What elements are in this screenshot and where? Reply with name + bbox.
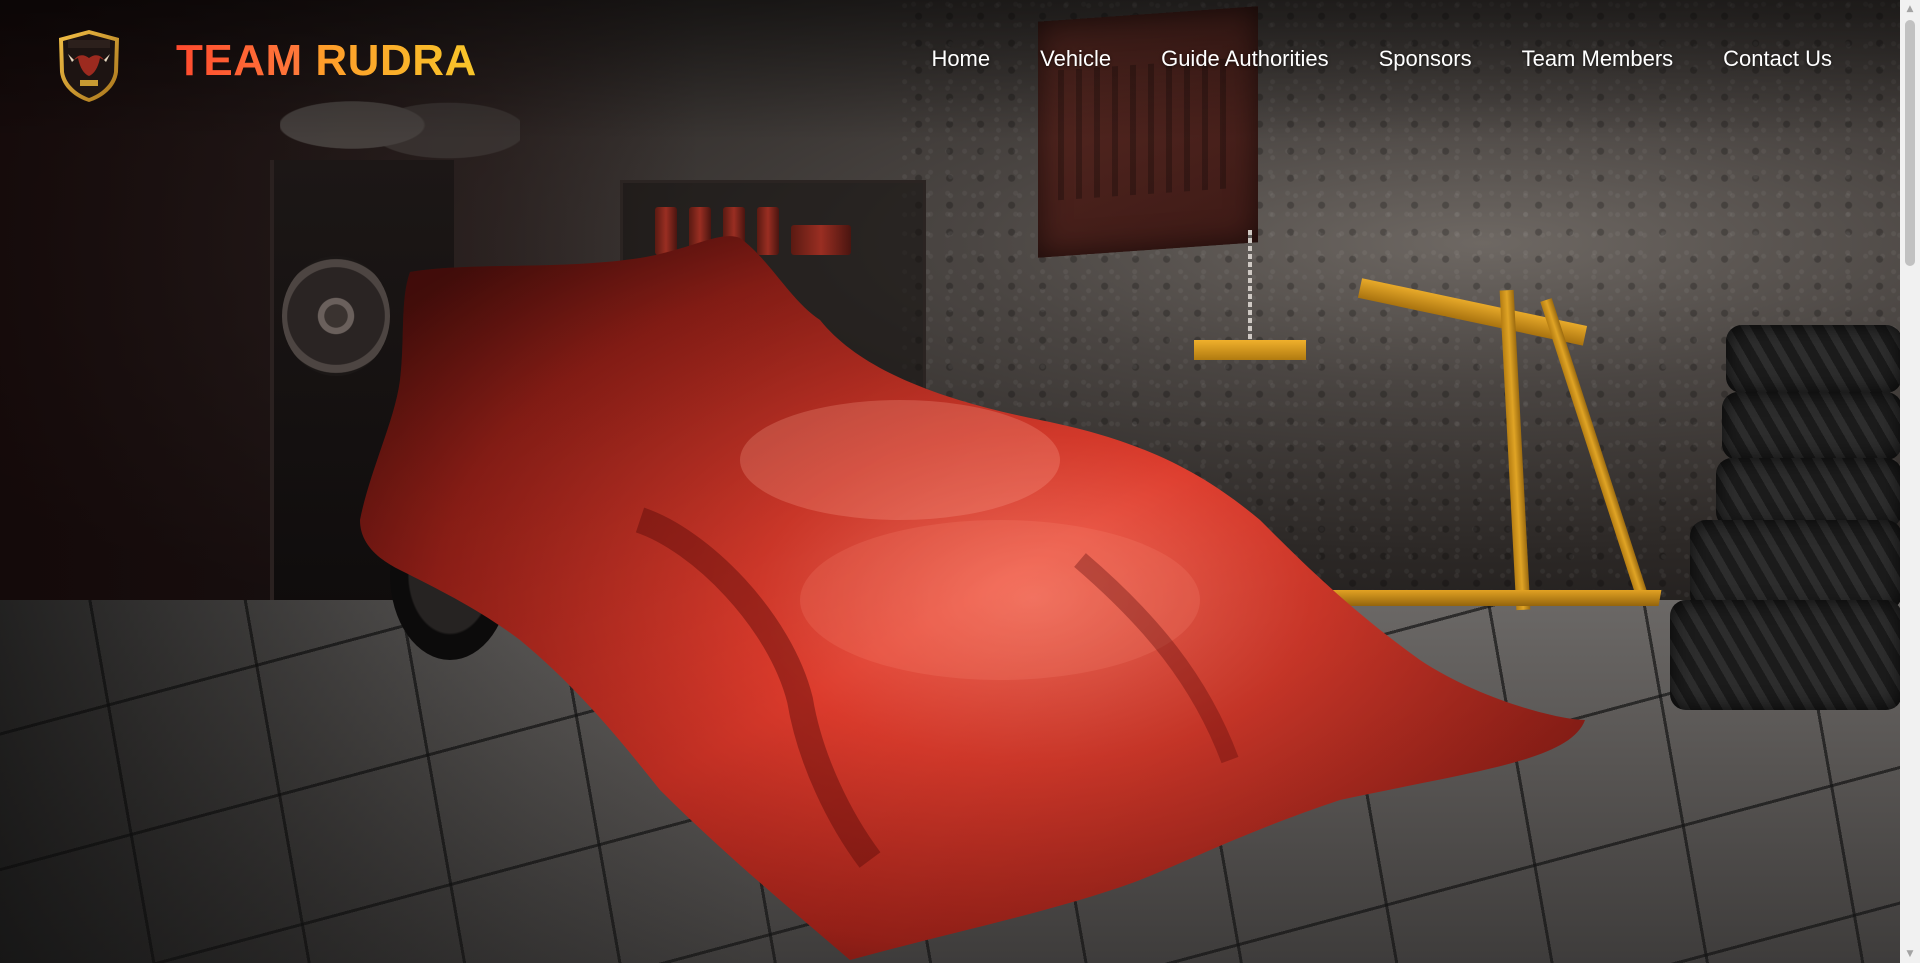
hero-background-image [0,0,1900,963]
page-viewport: TEAM RUDRA Home Vehicle Guide Authoritie… [0,0,1900,963]
brand-word-team: TEAM [176,36,303,85]
nav-contact-us-link[interactable]: Contact Us [1723,46,1832,72]
nav-vehicle-link[interactable]: Vehicle [1040,46,1111,72]
nav-team-members-link[interactable]: Team Members [1522,46,1674,72]
scroll-down-arrow-icon[interactable]: ▼ [1900,945,1920,963]
site-header: TEAM RUDRA Home Vehicle Guide Authoritie… [0,0,1900,128]
nav-sponsors-link[interactable]: Sponsors [1379,46,1472,72]
team-rudra-logo[interactable] [56,28,122,104]
vertical-scrollbar[interactable]: ▲ ▼ [1900,0,1920,963]
scroll-up-arrow-icon[interactable]: ▲ [1900,0,1920,18]
nav-guide-authorities-link[interactable]: Guide Authorities [1161,46,1329,72]
scrollbar-thumb[interactable] [1905,20,1915,266]
red-car-cover [360,236,1585,960]
main-navigation: Home Vehicle Guide Authorities Sponsors … [931,46,1832,72]
brand-title[interactable]: TEAM RUDRA [176,36,477,86]
bull-shield-icon [59,30,119,102]
brand-word-rudra: RUDRA [315,36,477,85]
nav-home-link[interactable]: Home [931,46,990,72]
